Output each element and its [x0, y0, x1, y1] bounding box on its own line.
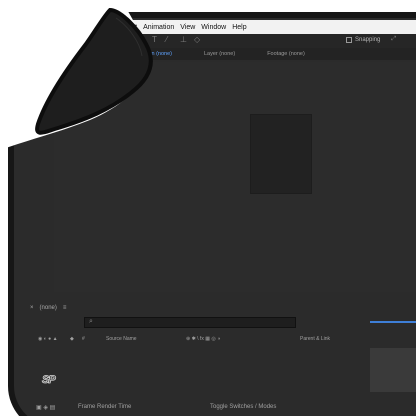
timeline-track-area [370, 348, 416, 392]
brand-logo: SP [42, 374, 56, 387]
close-icon[interactable]: × [30, 305, 34, 311]
menu-icon[interactable]: ≡ [63, 305, 67, 311]
column-source-name[interactable]: Source Name [106, 336, 137, 342]
column-number: # [82, 336, 85, 342]
stamp-tool-icon[interactable]: ⊥ [180, 35, 187, 44]
status-icons: ▣ ◈ ▤ [36, 405, 56, 411]
toggle-switches-modes[interactable]: Toggle Switches / Modes [210, 404, 276, 410]
snapping-label: Snapping [355, 36, 381, 43]
timeline-tab-row: × (none) ≡ [30, 303, 416, 313]
snap-options-icon[interactable]: ⤢ [391, 36, 396, 43]
eraser-tool-icon[interactable]: ◇ [194, 35, 200, 44]
timeline-comp-name[interactable]: (none) [40, 305, 57, 311]
menu-help[interactable]: Help [232, 24, 246, 31]
composition-canvas [250, 114, 312, 194]
frame-render-time-label: Frame Render Time [78, 404, 132, 410]
menu-window[interactable]: Window [201, 24, 226, 31]
snapping-control[interactable]: Snapping ⤢ [346, 36, 396, 43]
timeline-search-input[interactable]: ⌕ [84, 317, 296, 328]
menu-view[interactable]: View [180, 24, 195, 31]
search-icon: ⌕ [89, 318, 93, 325]
tab-layer[interactable]: Layer (none) [204, 51, 235, 57]
time-ruler-bar[interactable] [370, 321, 416, 323]
status-bar: ▣ ◈ ▤ Frame Render Time Toggle Switches … [34, 404, 416, 414]
switches-icons: ⊕ ✱ \ fx ▦ ◎ ◑ [186, 336, 221, 342]
curled-corner [0, 0, 153, 150]
label-icon: ◆ [70, 336, 74, 342]
tab-footage[interactable]: Footage (none) [267, 51, 305, 57]
timeline-column-headers: ◉ ◐ ● ▲ ◆ # Source Name ⊕ ✱ \ fx ▦ ◎ ◑ P… [30, 336, 416, 348]
visibility-icons: ◉ ◐ ● ▲ [38, 336, 58, 342]
mouse-pad-photo: ffect Animation View Window Help ✎ T ⁄ ⊥… [0, 0, 416, 416]
column-parent-link[interactable]: Parent & Link [300, 336, 330, 342]
snapping-checkbox[interactable] [346, 36, 352, 43]
